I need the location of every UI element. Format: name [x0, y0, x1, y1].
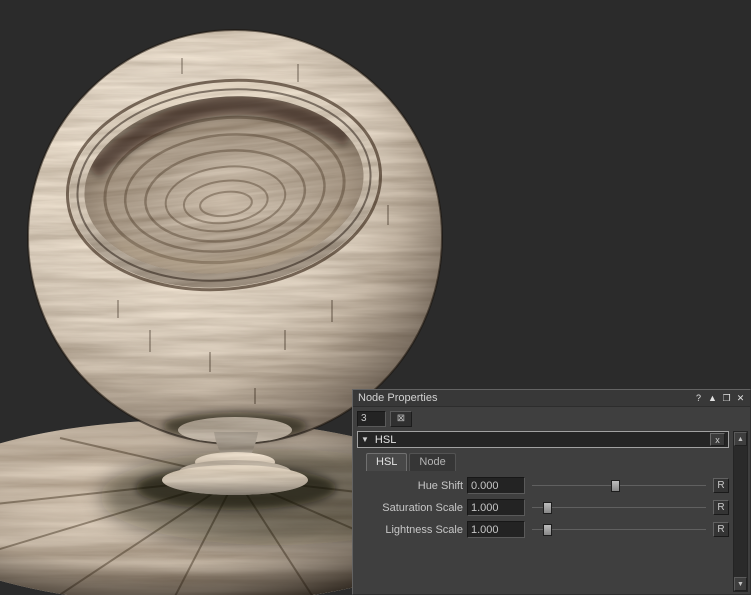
lightness-scale-slider[interactable] — [532, 522, 706, 538]
panel-title: Node Properties — [358, 392, 438, 404]
param-row-lightness-scale: Lightness Scale R — [357, 521, 729, 538]
parameter-list: Hue Shift R Saturation Scale — [357, 477, 729, 538]
panel-toolbar: ⊠ — [353, 407, 750, 429]
scroll-up-button[interactable]: ▲ — [734, 432, 747, 446]
panel-titlebar[interactable]: Node Properties ? ▲ ❐ ✕ — [353, 390, 750, 407]
clear-panels-icon: ⊠ — [397, 413, 405, 424]
param-row-hue-shift: Hue Shift R — [357, 477, 729, 494]
slider-track — [532, 529, 706, 530]
close-icon[interactable]: ✕ — [736, 393, 745, 404]
panel-content: ▼ HSL x HSL Node Hue Shift — [357, 431, 733, 592]
hue-shift-value-input[interactable] — [467, 477, 525, 494]
reset-button[interactable]: R — [713, 478, 729, 493]
tab-bar: HSL Node — [366, 453, 729, 471]
tab-node[interactable]: Node — [409, 453, 455, 471]
param-label: Lightness Scale — [357, 524, 463, 536]
panel-scrollbar[interactable]: ▲ ▼ — [733, 431, 748, 592]
max-panels-input[interactable] — [357, 411, 386, 427]
close-node-settings-button[interactable]: x — [710, 433, 725, 446]
help-icon[interactable]: ? — [694, 393, 703, 404]
clear-panels-button[interactable]: ⊠ — [390, 411, 412, 427]
slider-handle[interactable] — [611, 480, 620, 492]
scroll-down-button[interactable]: ▼ — [734, 577, 747, 591]
titlebar-icons: ? ▲ ❐ ✕ — [694, 393, 745, 404]
node-header[interactable]: ▼ HSL x — [357, 431, 729, 448]
param-row-saturation-scale: Saturation Scale R — [357, 499, 729, 516]
lightness-scale-value-input[interactable] — [467, 521, 525, 538]
panel-body: ▼ HSL x HSL Node Hue Shift — [353, 429, 750, 593]
saturation-scale-slider[interactable] — [532, 500, 706, 516]
hue-shift-slider[interactable] — [532, 478, 706, 494]
param-label: Hue Shift — [357, 480, 463, 492]
float-window-icon[interactable]: ❐ — [722, 393, 731, 404]
node-properties-panel: Node Properties ? ▲ ❐ ✕ ⊠ ▼ HSL x — [352, 389, 751, 595]
reset-button[interactable]: R — [713, 500, 729, 515]
tab-hsl[interactable]: HSL — [366, 453, 407, 471]
slider-handle[interactable] — [543, 502, 552, 514]
saturation-scale-value-input[interactable] — [467, 499, 525, 516]
collapse-arrow-icon[interactable]: ▼ — [361, 435, 369, 444]
minimize-icon[interactable]: ▲ — [708, 393, 717, 404]
reset-button[interactable]: R — [713, 522, 729, 537]
param-label: Saturation Scale — [357, 502, 463, 514]
application-window: Node Properties ? ▲ ❐ ✕ ⊠ ▼ HSL x — [0, 0, 751, 595]
scrollbar-track[interactable] — [734, 446, 747, 577]
slider-track — [532, 507, 706, 508]
node-name-label: HSL — [375, 434, 396, 446]
slider-handle[interactable] — [543, 524, 552, 536]
